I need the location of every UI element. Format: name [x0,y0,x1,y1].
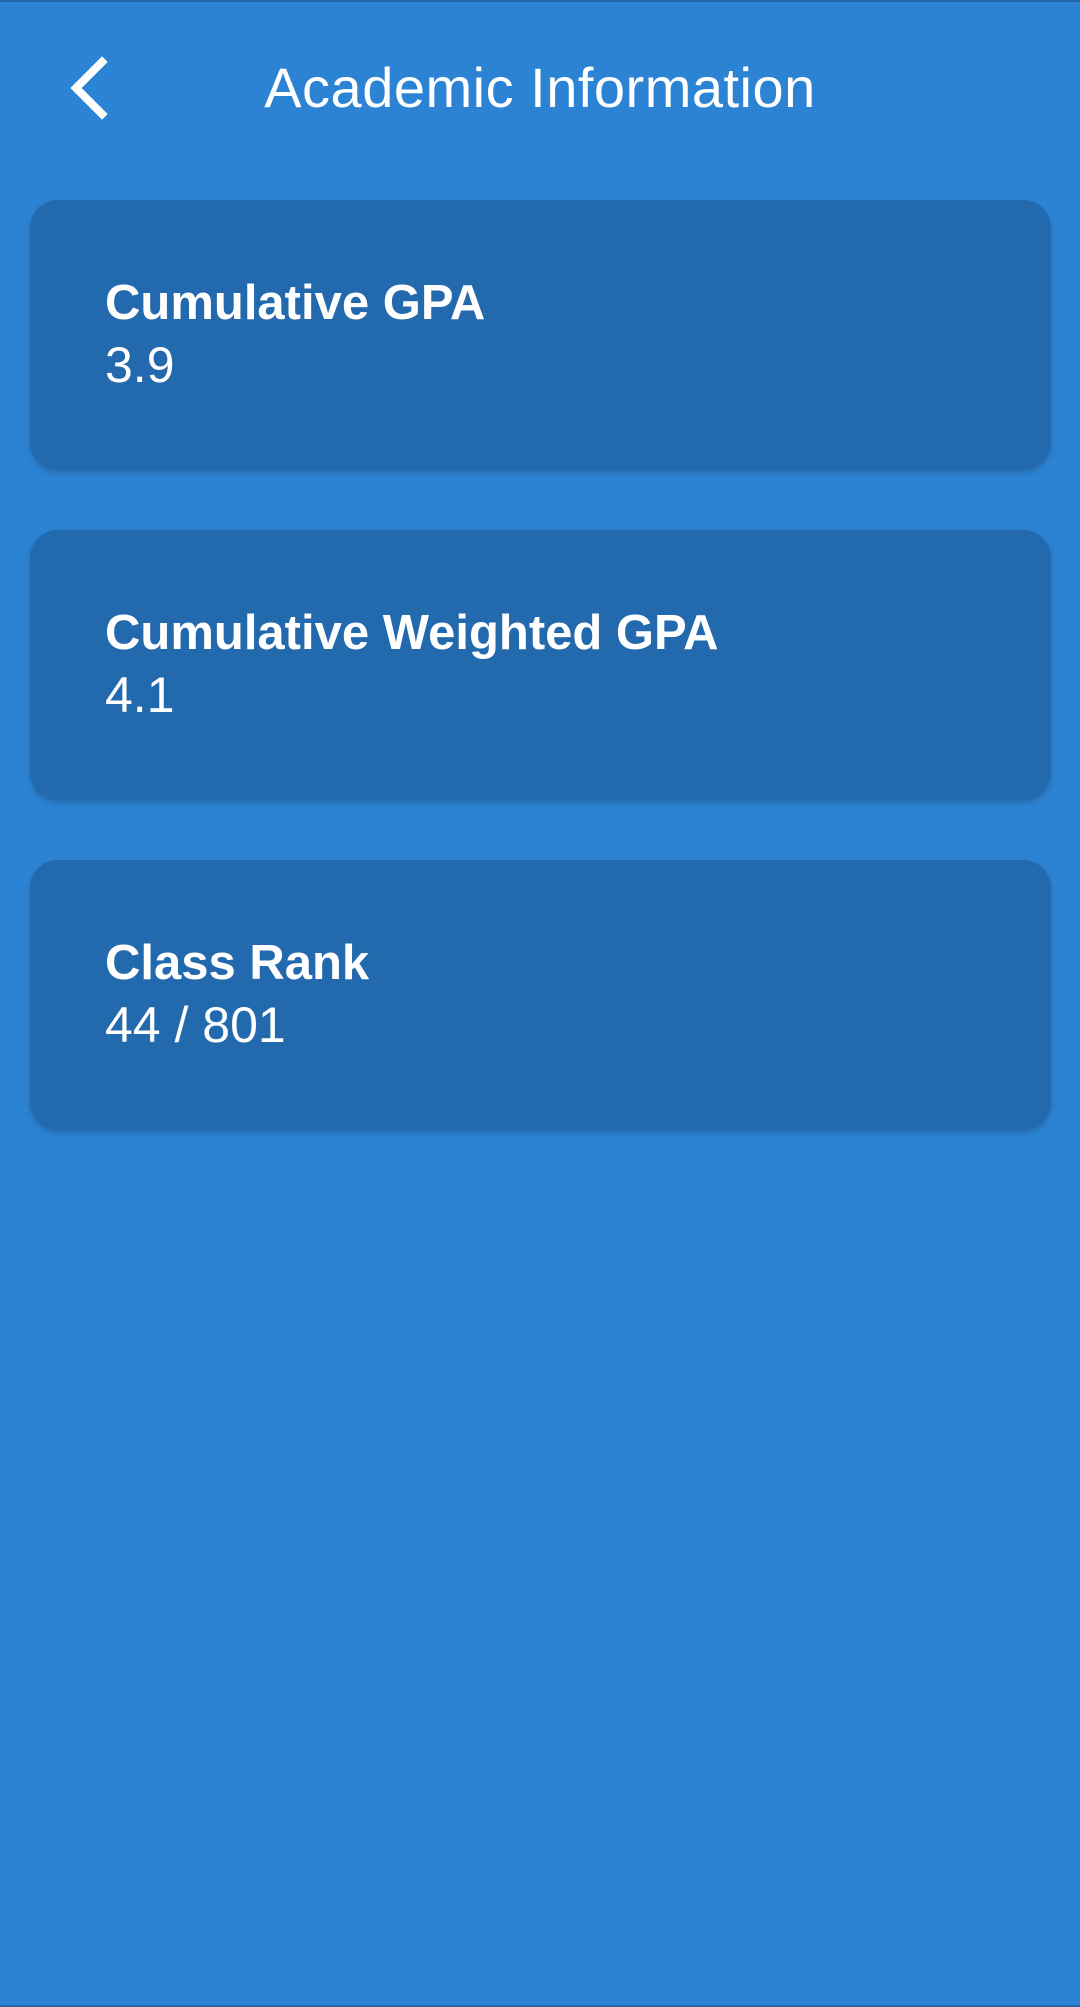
class-rank-label: Class Rank [105,936,370,990]
gpa-label: Cumulative GPA [105,276,486,330]
gpa-value: 3.9 [105,337,175,393]
academic-info-list: Cumulative GPA 3.9 Cumulative Weighted G… [30,200,1051,1190]
app-header: Academic Information [0,0,1080,180]
weighted-gpa-value: 4.1 [105,667,175,723]
class-rank-card[interactable]: Class Rank 44 / 801 [30,860,1051,1130]
class-rank-value: 44 / 801 [105,997,286,1053]
gpa-card[interactable]: Cumulative GPA 3.9 [30,200,1051,470]
page-title: Academic Information [264,56,816,119]
weighted-gpa-label: Cumulative Weighted GPA [105,606,719,660]
weighted-gpa-card[interactable]: Cumulative Weighted GPA 4.1 [30,530,1051,800]
